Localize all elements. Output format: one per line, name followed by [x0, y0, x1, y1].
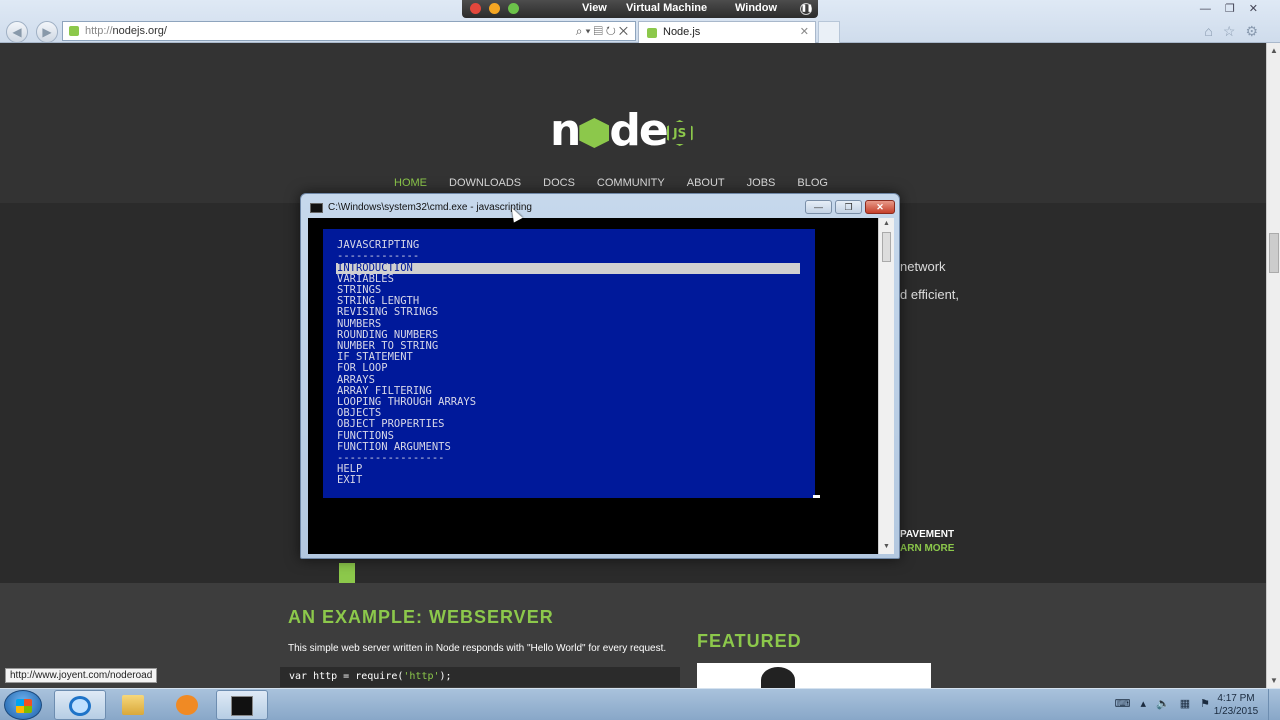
menu-item-revising-strings[interactable]: REVISING STRINGS: [337, 307, 438, 318]
tab-favicon-icon: [647, 28, 657, 38]
example-title: AN EXAMPLE: WEBSERVER: [288, 607, 554, 627]
logo-js-badge: JS: [666, 120, 693, 146]
new-tab-button[interactable]: [818, 21, 840, 43]
cmd-maximize-button[interactable]: ❐: [835, 200, 862, 214]
page-scrollbar[interactable]: ▲ ▼: [1266, 43, 1280, 688]
address-url[interactable]: http://nodejs.org/: [85, 25, 167, 37]
window-controls[interactable]: —❐✕: [1200, 2, 1272, 15]
learn-more-link[interactable]: ARN MORE: [900, 542, 954, 556]
pavement-promo[interactable]: PAVEMENT ARN MORE: [900, 528, 954, 556]
tab-nodejs[interactable]: Node.js ✕: [638, 21, 816, 43]
tab-close-icon[interactable]: ✕: [800, 25, 809, 38]
cmd-icon: [231, 696, 253, 716]
windows-logo-icon: [16, 699, 32, 713]
hero-text-line-2: d efficient,: [900, 287, 960, 302]
search-icon[interactable]: ⌕: [576, 24, 586, 38]
system-tray[interactable]: ⌨▴🔈▦⚑: [1115, 697, 1220, 710]
cmd-window-icon: [310, 203, 323, 213]
file-explorer-icon: [122, 695, 144, 715]
cmd-scrollbar[interactable]: ▲ ▼: [878, 218, 894, 554]
minimize-icon[interactable]: —: [1200, 3, 1225, 15]
stop-icon[interactable]: ✕: [619, 24, 631, 38]
show-desktop-button[interactable]: [1268, 689, 1280, 720]
speaker-icon[interactable]: 🔈: [1156, 698, 1180, 710]
cmd-scroll-up-icon[interactable]: ▲: [883, 220, 890, 227]
scroll-thumb[interactable]: [1269, 233, 1279, 273]
tools-gear-icon[interactable]: ⚙: [1245, 23, 1268, 39]
ie-command-icons[interactable]: ⌂☆⚙: [1204, 23, 1268, 40]
logo-hex-icon: [579, 118, 610, 148]
close-icon[interactable]: ✕: [1249, 3, 1272, 15]
vm-pause-icon[interactable]: ❚❚: [800, 3, 813, 15]
clock-date: 1/23/2015: [1213, 706, 1259, 717]
tab-title: Node.js: [663, 26, 701, 38]
refresh-icon[interactable]: ↻: [606, 24, 619, 38]
pavement-tower-icon: [339, 563, 355, 583]
cmd-scroll-thumb[interactable]: [882, 232, 891, 262]
vm-menu-window[interactable]: Window: [735, 2, 777, 14]
cmd-scroll-down-icon[interactable]: ▼: [883, 543, 890, 550]
vm-menu-view[interactable]: View: [582, 2, 607, 14]
status-bar-link: http://www.joyent.com/noderoad: [5, 668, 158, 683]
forward-arrow-icon[interactable]: ▶: [36, 21, 58, 43]
address-protocol: http://: [85, 25, 113, 37]
console-area[interactable]: JAVASCRIPTING ------------- INTRODUCTION…: [308, 218, 878, 554]
code-suffix: );: [439, 671, 452, 682]
featured-person-image: [761, 667, 795, 688]
pavement-heading: PAVEMENT: [900, 529, 955, 540]
start-button[interactable]: [4, 690, 42, 720]
menu-item-object-properties[interactable]: OBJECT PROPERTIES: [337, 419, 444, 430]
javascripting-menu: JAVASCRIPTING ------------- INTRODUCTION…: [323, 229, 815, 498]
network-icon[interactable]: ▦: [1180, 698, 1200, 710]
restore-icon[interactable]: ❐: [1225, 3, 1249, 15]
dropdown-icon[interactable]: ▾: [586, 24, 594, 38]
clock[interactable]: 4:17 PM 1/23/2015: [1208, 692, 1264, 718]
code-prefix: var http = require(: [289, 671, 404, 682]
cmd-minimize-button[interactable]: —: [805, 200, 832, 214]
example-description: This simple web server written in Node r…: [288, 643, 667, 654]
clock-time: 4:17 PM: [1217, 693, 1255, 704]
back-arrow-icon[interactable]: ◀: [6, 21, 28, 43]
address-bar[interactable]: http://nodejs.org/ ⌕▾▤↻✕: [62, 21, 636, 41]
featured-image[interactable]: [697, 663, 931, 688]
code-sample: var http = require('http');: [280, 667, 680, 687]
taskbar-cmd-button[interactable]: [216, 690, 268, 720]
vm-menu-virtual-machine[interactable]: Virtual Machine: [626, 2, 707, 14]
vm-zoom-icon[interactable]: [508, 3, 519, 14]
code-string: 'http': [403, 671, 440, 682]
menu-rule: -------------: [337, 250, 420, 262]
nodejs-logo[interactable]: n de JS: [550, 105, 720, 156]
vm-close-icon[interactable]: [470, 3, 481, 14]
taskbar-explorer-button[interactable]: [108, 690, 160, 720]
vm-minimize-icon[interactable]: [489, 3, 500, 14]
hero-text-line-1: network: [900, 259, 946, 274]
scroll-down-icon[interactable]: ▼: [1270, 676, 1278, 685]
keyboard-icon[interactable]: ⌨: [1115, 698, 1141, 710]
taskbar-media-player-button[interactable]: [162, 690, 214, 720]
console-cursor: [813, 495, 820, 498]
cmd-close-button[interactable]: ✕: [865, 200, 895, 214]
internet-explorer-icon: [69, 696, 91, 716]
featured-title: FEATURED: [697, 631, 802, 651]
scroll-up-icon[interactable]: ▲: [1270, 46, 1278, 55]
address-tools[interactable]: ⌕▾▤↻✕: [576, 24, 631, 39]
tray-expand-icon[interactable]: ▴: [1140, 698, 1156, 710]
vm-menubar: View Virtual Machine Window ❚❚: [462, 0, 818, 18]
cmd-window[interactable]: C:\Windows\system32\cmd.exe - javascript…: [300, 193, 900, 559]
taskbar-ie-button[interactable]: [54, 690, 106, 720]
menu-item-for-loop[interactable]: FOR LOOP: [337, 363, 388, 374]
address-host: nodejs.org/: [112, 25, 167, 37]
favorites-star-icon[interactable]: ☆: [1223, 23, 1246, 39]
media-player-icon: [176, 695, 198, 715]
compat-view-icon[interactable]: ▤: [594, 24, 606, 38]
site-favicon-icon: [69, 26, 79, 36]
cmd-title: C:\Windows\system32\cmd.exe - javascript…: [328, 202, 532, 213]
taskbar: ⌨▴🔈▦⚑ 4:17 PM 1/23/2015: [0, 688, 1280, 720]
menu-item-exit[interactable]: EXIT: [337, 475, 362, 486]
home-icon[interactable]: ⌂: [1204, 23, 1222, 39]
